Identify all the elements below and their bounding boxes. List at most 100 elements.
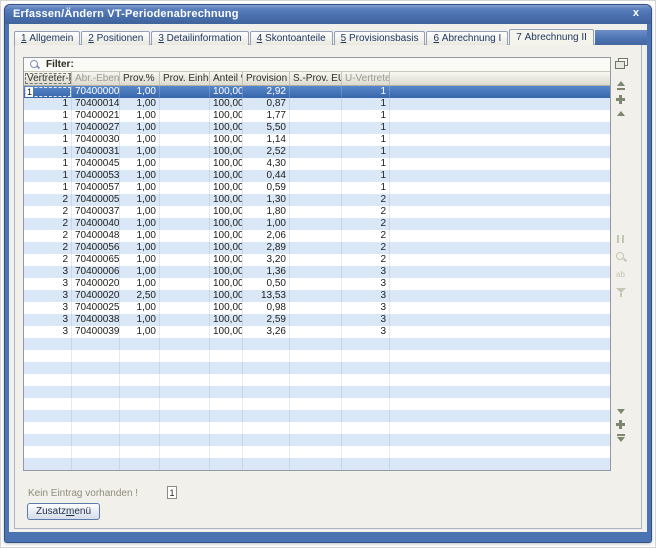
- cell-uvertreter: 1: [342, 110, 390, 122]
- empty-cell: [210, 422, 243, 434]
- cell-provision: 2,06: [243, 230, 290, 242]
- zusatzmenu-button[interactable]: Zusatzmenü: [27, 503, 100, 520]
- table-row[interactable]: 1704000451,00100,004,301: [24, 158, 610, 170]
- empty-row: [24, 458, 610, 470]
- table-row[interactable]: 2704000371,00100,001,802: [24, 206, 610, 218]
- column-header-sprov[interactable]: S.-Prov. EUR: [290, 72, 342, 85]
- cell-prov: 1,00: [120, 254, 160, 266]
- table-row[interactable]: 3704000391,00100,003,263: [24, 326, 610, 338]
- table-row[interactable]: 3704000251,00100,000,983: [24, 302, 610, 314]
- row-filler: [390, 398, 610, 410]
- empty-cell: [24, 362, 72, 374]
- row-filler: [390, 386, 610, 398]
- empty-cell: [120, 350, 160, 362]
- cell-prov: 1,00: [120, 158, 160, 170]
- row-filler: [390, 350, 610, 362]
- cell-ebene: 70400048: [72, 230, 120, 242]
- search-icon[interactable]: [615, 251, 627, 263]
- cell-uvertreter: 3: [342, 326, 390, 338]
- cell-ebene: 70400057: [72, 182, 120, 194]
- row-filler: [390, 434, 610, 446]
- cell-anteil: 100,00: [210, 158, 243, 170]
- tab-abrechnung-i[interactable]: 6 Abrechnung I: [426, 31, 508, 45]
- cell-vertreter: 1: [24, 122, 72, 134]
- cell-sprov: [290, 278, 342, 290]
- table-row[interactable]: 2704000651,00100,003,202: [24, 254, 610, 266]
- scroll-top-icon[interactable]: [615, 79, 627, 91]
- row-filler: [390, 86, 610, 98]
- cell-ebene: 70400027: [72, 122, 120, 134]
- table-row[interactable]: 2704000051,00100,001,302: [24, 194, 610, 206]
- table-row[interactable]: 3704000381,00100,002,593: [24, 314, 610, 326]
- empty-cell: [342, 386, 390, 398]
- cell-einheiten: [160, 326, 210, 338]
- tab-abrechnung-ii[interactable]: 7 Abrechnung II: [509, 29, 594, 45]
- table-row[interactable]: 2704000561,00100,002,892: [24, 242, 610, 254]
- cell-provision: 2,89: [243, 242, 290, 254]
- column-header-uvertreter[interactable]: U-Vertreter: [342, 72, 390, 85]
- tabstrip-filler: [595, 30, 647, 45]
- column-chooser-icon[interactable]: [615, 58, 627, 70]
- tab-allgemein[interactable]: 1 Allgemein: [14, 31, 80, 45]
- scroll-bottom-icon[interactable]: [615, 433, 627, 445]
- table-row[interactable]: 2704000481,00100,002,062: [24, 230, 610, 242]
- scroll-up-icon[interactable]: [615, 109, 627, 121]
- text-icon[interactable]: [615, 269, 627, 281]
- tab-skontoanteile[interactable]: 4 Skontoanteile: [250, 31, 333, 45]
- tab-provisionsbasis[interactable]: 5 Provisionsbasis: [334, 31, 426, 45]
- scroll-plus-top-icon[interactable]: [615, 94, 627, 106]
- cell-einheiten: [160, 266, 210, 278]
- cell-ebene: 70400030: [72, 134, 120, 146]
- table-row[interactable]: 3704000201,00100,000,503: [24, 278, 610, 290]
- cell-uvertreter: 3: [342, 266, 390, 278]
- empty-cell: [243, 434, 290, 446]
- column-header-vertreter[interactable]: Vertreter-Nr.: [24, 72, 72, 85]
- cell-einheiten: [160, 170, 210, 182]
- scroll-plus-bottom-icon[interactable]: [615, 419, 627, 431]
- table-row[interactable]: 3704000202,50100,0013,533: [24, 290, 610, 302]
- filter-funnel-icon[interactable]: [615, 286, 627, 298]
- cell-uvertreter: 2: [342, 218, 390, 230]
- filter-magnifier-icon[interactable]: [29, 59, 40, 70]
- table-row[interactable]: 1704000311,00100,002,521: [24, 146, 610, 158]
- cell-einheiten: [160, 230, 210, 242]
- empty-cell: [72, 362, 120, 374]
- tab-label: Skontoanteile: [262, 33, 325, 44]
- table-row[interactable]: 1704000301,00100,001,141: [24, 134, 610, 146]
- cell-prov: 1,00: [120, 302, 160, 314]
- table-row[interactable]: 1704000141,00100,000,871: [24, 98, 610, 110]
- table-row[interactable]: 1704000211,00100,001,771: [24, 110, 610, 122]
- empty-cell: [160, 410, 210, 422]
- columns-icon[interactable]: [615, 233, 627, 245]
- cell-provision: 0,98: [243, 302, 290, 314]
- row-filler: [390, 230, 610, 242]
- cell-vertreter: 3: [24, 302, 72, 314]
- cell-einheiten: [160, 302, 210, 314]
- close-icon[interactable]: x: [633, 7, 639, 19]
- scroll-down-icon[interactable]: [615, 405, 627, 417]
- table-row[interactable]: 1704000531,00100,000,441: [24, 170, 610, 182]
- table-row[interactable]: 3704000061,00100,001,363: [24, 266, 610, 278]
- table-row[interactable]: 2704000401,00100,001,002: [24, 218, 610, 230]
- table-row[interactable]: 1704000001,00100,002,921: [24, 86, 610, 98]
- cell-prov: 1,00: [120, 266, 160, 278]
- table-row[interactable]: 1704000271,00100,005,501: [24, 122, 610, 134]
- table-row[interactable]: 1704000571,00100,000,591: [24, 182, 610, 194]
- cell-provision: 3,20: [243, 254, 290, 266]
- filter-bar: Filter:: [24, 58, 610, 72]
- cell-vertreter: 1: [24, 98, 72, 110]
- cell-anteil: 100,00: [210, 278, 243, 290]
- cell-uvertreter: 3: [342, 314, 390, 326]
- row-filler: [390, 158, 610, 170]
- status-text: Kein Eintrag vorhanden !: [28, 488, 138, 499]
- empty-cell: [290, 350, 342, 362]
- column-header-einheiten[interactable]: Prov. Einheiten: [160, 72, 210, 85]
- tab-detailinformation[interactable]: 3 Detailinformation: [151, 31, 248, 45]
- tab-positionen[interactable]: 2 Positionen: [81, 31, 150, 45]
- column-header-provision[interactable]: Provision EUR: [243, 72, 290, 85]
- column-header-prov[interactable]: Prov.%: [120, 72, 160, 85]
- cell-vertreter: 3: [24, 278, 72, 290]
- column-header-anteil[interactable]: Anteil %: [210, 72, 243, 85]
- cell-provision: 1,77: [243, 110, 290, 122]
- column-header-ebene[interactable]: Abr.-Ebene: [72, 72, 120, 85]
